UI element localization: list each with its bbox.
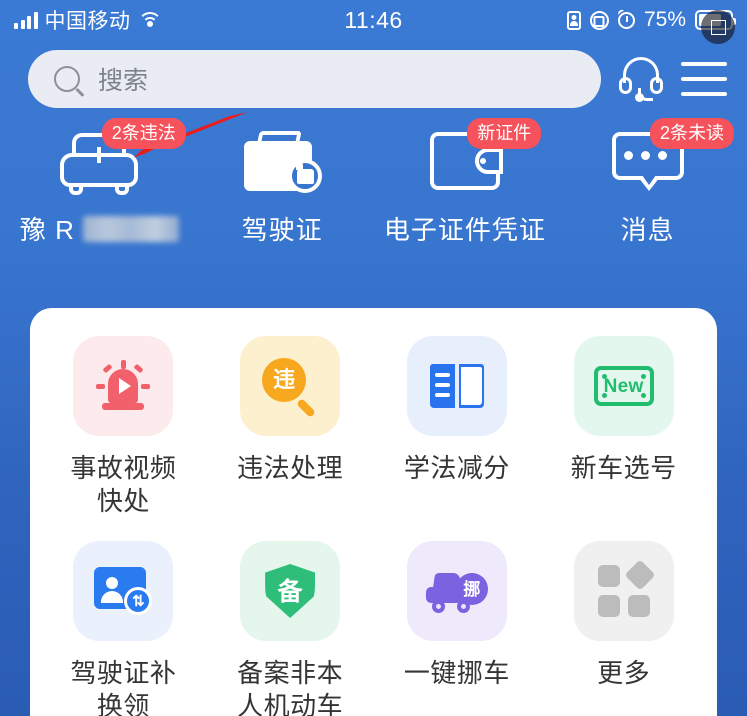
shield-record-icon: 备 bbox=[240, 541, 341, 641]
service-new-plate-selection[interactable]: New 新车选号 bbox=[540, 336, 707, 517]
service-register-other-vehicle[interactable]: 备 备案非本 人机动车 bbox=[207, 541, 374, 716]
quick-action-label: 豫 R bbox=[20, 210, 179, 247]
plate-masked-digits bbox=[82, 215, 179, 242]
service-accident-video[interactable]: 事故视频 快处 bbox=[40, 336, 207, 517]
service-more[interactable]: 更多 bbox=[540, 541, 707, 716]
license-glyph: 驾 bbox=[256, 151, 281, 178]
service-label: 违法处理 bbox=[237, 453, 344, 483]
service-label: 事故视频 快处 bbox=[70, 453, 177, 516]
license-renew-icon: ⇅ bbox=[73, 541, 174, 641]
screen-capture-icon[interactable] bbox=[701, 10, 735, 44]
header-search-row: 搜索 bbox=[0, 40, 747, 108]
rotation-lock-icon bbox=[589, 10, 609, 30]
service-label: 学法减分 bbox=[403, 453, 510, 483]
plate-glyph: New bbox=[603, 375, 644, 397]
service-move-car[interactable]: 挪 一键挪车 bbox=[374, 541, 541, 716]
violation-badge: 2条违法 bbox=[101, 118, 186, 149]
quick-action-label: 电子证件凭证 bbox=[383, 215, 546, 245]
more-grid-icon bbox=[573, 541, 674, 641]
quick-action-label: 驾驶证 bbox=[241, 215, 323, 245]
service-label: 备案非本 人机动车 bbox=[237, 658, 344, 716]
id-card-icon bbox=[566, 10, 581, 30]
headset-icon[interactable] bbox=[617, 57, 665, 102]
quick-action-drivers-license[interactable]: 驾 驾驶证 bbox=[191, 122, 374, 247]
service-label: 新车选号 bbox=[570, 453, 677, 483]
violation-glyph: 违 bbox=[273, 367, 296, 392]
search-icon bbox=[54, 66, 80, 92]
search-bar[interactable]: 搜索 bbox=[28, 50, 601, 108]
open-book-icon bbox=[406, 336, 507, 436]
violation-search-icon: 违 bbox=[240, 336, 341, 436]
search-input[interactable]: 搜索 bbox=[98, 61, 148, 97]
service-label: 更多 bbox=[597, 658, 651, 688]
alarm-icon bbox=[617, 11, 635, 29]
drivers-license-icon: 驾 bbox=[244, 131, 323, 193]
service-license-renewal[interactable]: ⇅ 驾驶证补 换领 bbox=[40, 541, 207, 716]
siren-video-icon bbox=[73, 336, 174, 436]
thumbs-up-icon bbox=[288, 159, 323, 193]
service-violation-handling[interactable]: 违 违法处理 bbox=[207, 336, 374, 517]
quick-action-digital-credentials[interactable]: 新证件 电子证件凭证 bbox=[374, 118, 557, 247]
quick-action-vehicle[interactable]: 2条违法 豫 R bbox=[8, 118, 191, 247]
new-credential-badge: 新证件 bbox=[467, 118, 542, 149]
unread-badge: 2条未读 bbox=[650, 118, 735, 149]
hamburger-menu-icon[interactable] bbox=[681, 62, 727, 96]
service-label: 驾驶证补 换领 bbox=[70, 658, 177, 716]
new-plate-icon: New bbox=[573, 336, 674, 436]
quick-action-messages[interactable]: 2条未读 消息 bbox=[556, 118, 739, 247]
plate-prefix: 豫 R bbox=[19, 215, 75, 245]
service-study-points[interactable]: 学法减分 bbox=[374, 336, 541, 517]
renew-glyph: ⇅ bbox=[132, 592, 145, 610]
services-grid: 事故视频 快处 违 违法处理 学法减分 New 新车选号 ⇅ 驾驶证补 换领 备… bbox=[40, 336, 707, 716]
status-bar: 中国移动 11:46 75% bbox=[0, 0, 747, 44]
services-card: 事故视频 快处 违 违法处理 学法减分 New 新车选号 ⇅ 驾驶证补 换领 备… bbox=[30, 308, 717, 716]
move-glyph: 挪 bbox=[463, 579, 481, 599]
battery-percentage: 75% bbox=[643, 8, 686, 31]
status-bar-right: 75% bbox=[566, 8, 736, 44]
quick-action-label: 消息 bbox=[620, 215, 675, 245]
shield-glyph: 备 bbox=[277, 577, 303, 606]
quick-actions-row: 2条违法 豫 R 驾 驾驶证 新证件 电子证件凭证 2条未读 消息 bbox=[0, 108, 747, 247]
move-car-icon: 挪 bbox=[406, 541, 507, 641]
service-label: 一键挪车 bbox=[403, 658, 510, 688]
